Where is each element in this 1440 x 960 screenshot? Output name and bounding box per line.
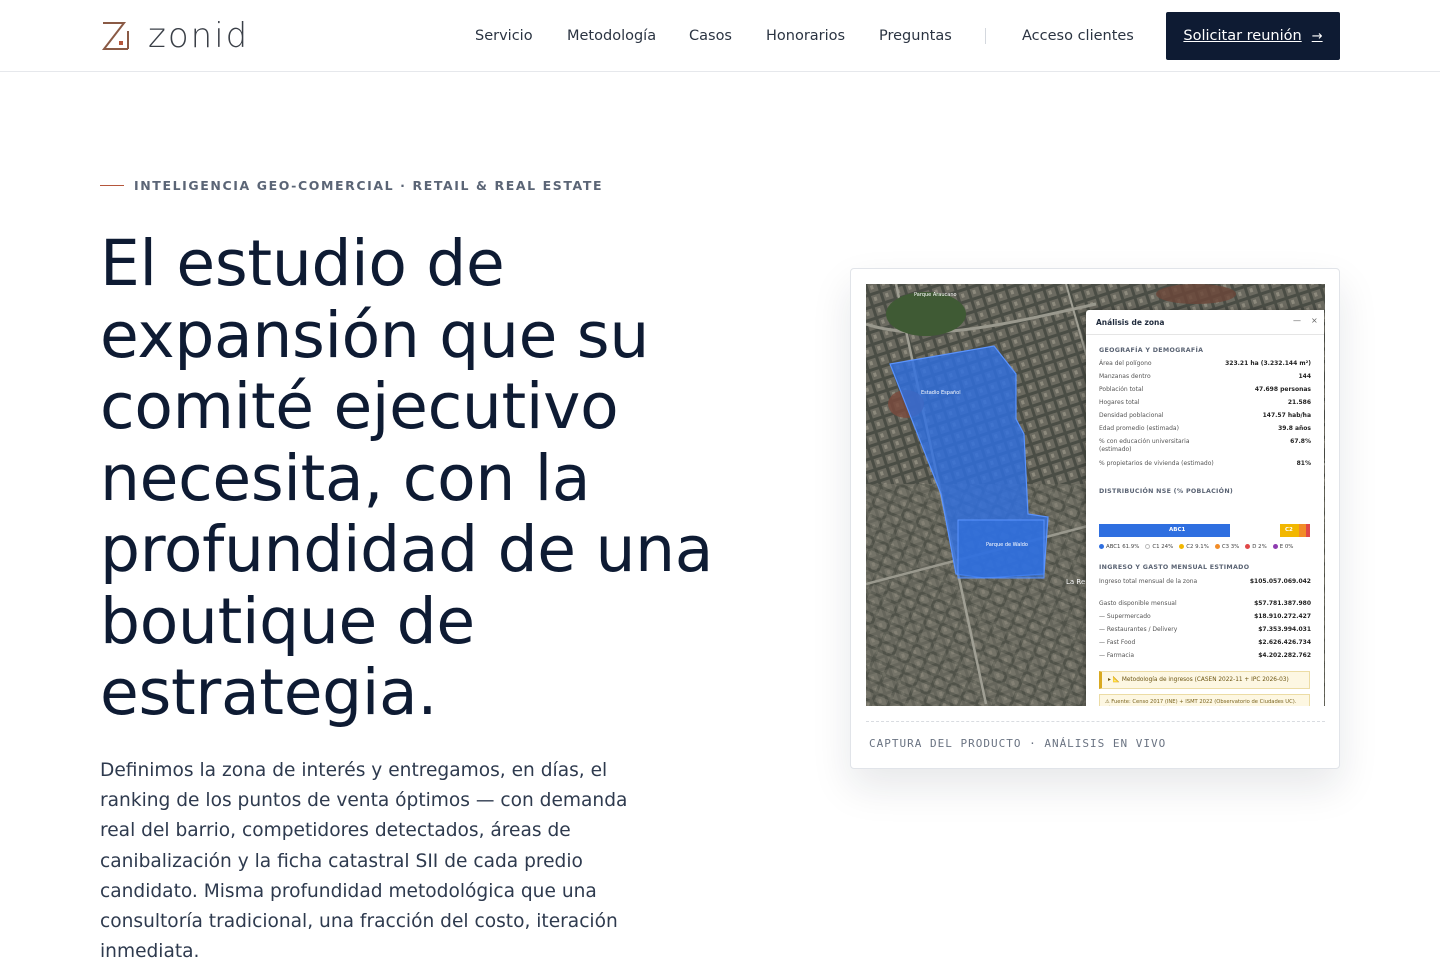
- brand-name: zonid: [148, 16, 250, 56]
- arrow-right-icon: →: [1311, 28, 1323, 44]
- client-access-link[interactable]: Acceso clientes: [1022, 28, 1134, 44]
- legend-dot-icon: [1099, 544, 1104, 549]
- hero-lead: Definimos la zona de interés y entregamo…: [100, 760, 628, 960]
- map-park: [1156, 284, 1236, 304]
- nav-item-preguntas[interactable]: Preguntas: [879, 28, 952, 44]
- nav-item-metodologia[interactable]: Metodología: [567, 28, 656, 44]
- income-section-title: INGRESO Y GASTO MENSUAL ESTIMADO: [1099, 564, 1250, 571]
- brand-logo[interactable]: zonid: [100, 18, 249, 54]
- map-park: [886, 292, 966, 336]
- nse-legend-item: C2 9.1%: [1179, 544, 1209, 550]
- analysis-polygon-sub[interactable]: [957, 519, 1045, 579]
- eyebrow-text: INTELIGENCIA GEO-COMERCIAL · RETAIL & RE…: [134, 178, 604, 193]
- map-label: Estadio Español: [921, 390, 961, 396]
- nse-legend-item: C3 3%: [1214, 544, 1239, 550]
- nse-segment: [1099, 524, 1230, 537]
- nav-item-honorarios[interactable]: Honorarios: [766, 28, 845, 44]
- geo-row: % propietarios de vivienda (estimado) 81%: [1099, 460, 1311, 467]
- nse-legend-item: E 0%: [1272, 544, 1293, 550]
- nav-item-servicio[interactable]: Servicio: [475, 28, 533, 44]
- nav-item-casos[interactable]: Casos: [689, 28, 732, 44]
- geo-row: % con educación universitaria (estimado)…: [1099, 438, 1311, 453]
- income-row: — Farmacia $4.202.282.762: [1099, 652, 1311, 659]
- nse-legend-item: ABC1 61.9%: [1099, 544, 1139, 550]
- geo-row: Población total 47.698 personas: [1099, 386, 1311, 393]
- income-row: — Restaurantes / Delivery $7.353.994.031: [1099, 626, 1311, 633]
- nse-legend: ABC1 61.9% C1 24% C2 9.1% C3 3% D 2% E 0%: [1099, 544, 1319, 550]
- nse-distribution-bar: ABC1 C2: [1099, 524, 1310, 537]
- legend-dot-icon: [1272, 544, 1278, 549]
- panel-title: Análisis de zona: [1096, 318, 1165, 327]
- geo-row: Área del polígono 323.21 ha (3.232.144 m²…: [1099, 360, 1311, 367]
- income-row: Ingreso total mensual de la zona $105.057…: [1099, 578, 1311, 585]
- map-label: La Re: [1066, 578, 1085, 586]
- product-screenshot: Parque Araucano Estadio Español Parque d…: [866, 284, 1325, 706]
- map-label: Parque Araucano: [914, 292, 957, 298]
- legend-dot-icon: [1245, 544, 1251, 549]
- request-meeting-label: Solicitar reunión: [1183, 28, 1302, 44]
- income-methodology-toggle[interactable]: ▸ 📐 Metodología de ingresos (CASEN 2022-…: [1099, 671, 1310, 689]
- nse-segment: [1305, 524, 1310, 537]
- geo-row: Hogares total 21.586: [1099, 399, 1311, 406]
- nse-segment: [1229, 524, 1281, 537]
- site-header: zonid Servicio Metodología Casos Honorar…: [0, 0, 1440, 72]
- nse-legend-item: D 2%: [1245, 544, 1267, 550]
- income-row: — Fast Food $2.626.426.734: [1099, 639, 1311, 646]
- income-row: — Supermercado $18.910.272.427: [1099, 613, 1311, 620]
- legend-dot-icon: [1145, 544, 1151, 549]
- geo-row: Densidad poblacional 147.57 hab/ha: [1099, 412, 1311, 419]
- z-square-logo-icon: [101, 22, 129, 50]
- zone-analysis-panel: Análisis de zona — × GEOGRAFÍA Y DEMOGRA…: [1086, 310, 1324, 706]
- caption-divider: [866, 721, 1325, 722]
- nse-bar-label-c2: C2: [1285, 527, 1293, 533]
- map-label: Parque de Waldo: [986, 542, 1028, 548]
- nav-divider: [985, 28, 986, 44]
- eyebrow-accent-line: [100, 185, 124, 186]
- minimize-icon[interactable]: —: [1293, 316, 1301, 325]
- hero-headline: El estudio de expansión que su comité ej…: [100, 227, 714, 729]
- geo-row: Manzanas dentro 144: [1099, 373, 1311, 380]
- close-icon[interactable]: ×: [1311, 316, 1318, 325]
- product-screenshot-card: Parque Araucano Estadio Español Parque d…: [850, 268, 1340, 769]
- data-source-note: ⚠ Fuente: Censo 2017 (INE) + ISMT 2022 (…: [1099, 694, 1310, 706]
- panel-divider: [1086, 334, 1324, 335]
- nse-legend-item: C1 24%: [1145, 544, 1173, 550]
- income-row: Gasto disponible mensual $57.781.387.980: [1099, 600, 1311, 607]
- legend-dot-icon: [1214, 544, 1220, 549]
- product-caption: CAPTURA DEL PRODUCTO · ANÁLISIS EN VIVO: [869, 737, 1167, 750]
- request-meeting-button[interactable]: Solicitar reunión →: [1166, 12, 1340, 60]
- nse-section-title: DISTRIBUCIÓN NSE (% POBLACIÓN): [1099, 488, 1234, 495]
- nse-bar-label-abc1: ABC1: [1169, 527, 1186, 533]
- geo-row: Edad promedio (estimada) 39.8 años: [1099, 425, 1311, 432]
- hero-eyebrow: INTELIGENCIA GEO-COMERCIAL · RETAIL & RE…: [100, 178, 603, 193]
- geo-section-title: GEOGRAFÍA Y DEMOGRAFÍA: [1099, 347, 1204, 354]
- legend-dot-icon: [1179, 544, 1185, 549]
